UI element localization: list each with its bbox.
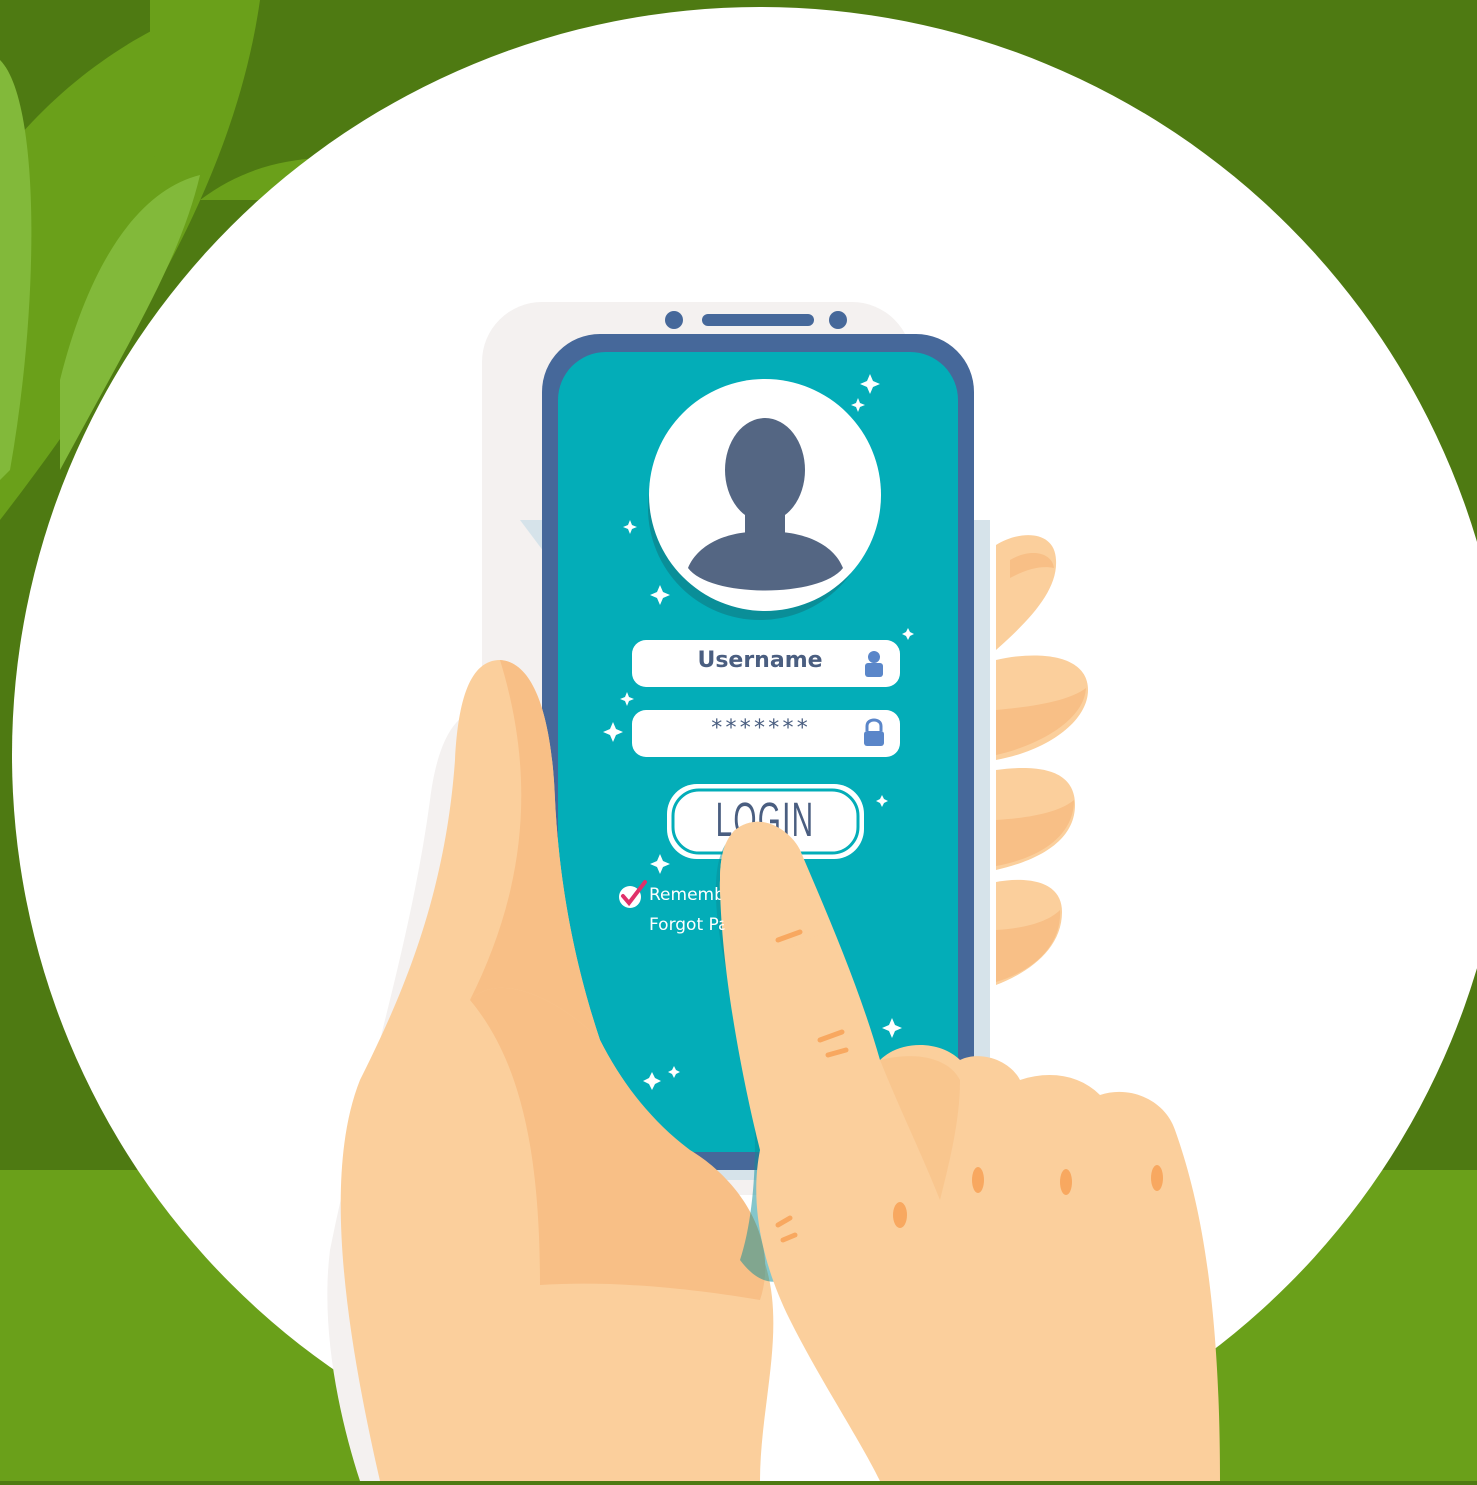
- login-button[interactable]: LOGIN: [706, 793, 824, 848]
- phone-sensor: [829, 311, 847, 329]
- password-field[interactable]: *******: [660, 716, 860, 741]
- username-field[interactable]: Username: [655, 648, 865, 673]
- remember-me-label[interactable]: Rememb: [649, 885, 725, 905]
- phone-camera: [665, 311, 683, 329]
- phone-speaker: [702, 314, 814, 326]
- forgot-password-link[interactable]: Forgot Pa: [649, 915, 728, 935]
